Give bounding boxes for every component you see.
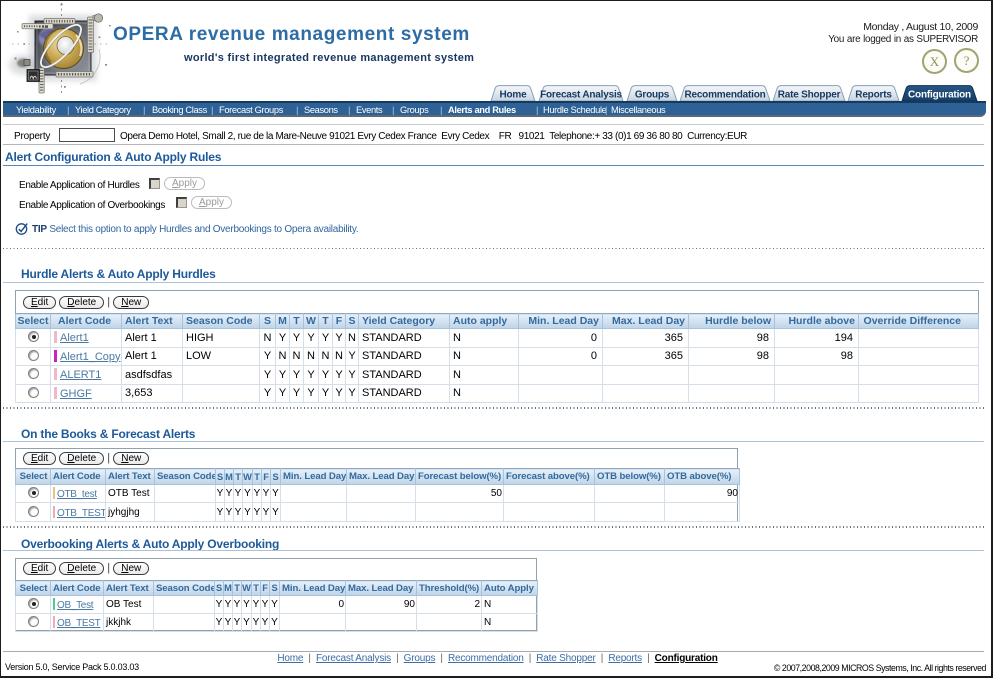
svg-text:Forecast Analysis: Forecast Analysis <box>540 90 622 101</box>
svg-text:Rate Shopper: Rate Shopper <box>778 90 841 101</box>
svg-text:Home: Home <box>500 90 528 101</box>
svg-text:Configuration: Configuration <box>908 90 971 101</box>
svg-text:Groups: Groups <box>635 90 670 101</box>
svg-text:Recommendation: Recommendation <box>684 90 765 101</box>
svg-text:Reports: Reports <box>855 90 892 101</box>
